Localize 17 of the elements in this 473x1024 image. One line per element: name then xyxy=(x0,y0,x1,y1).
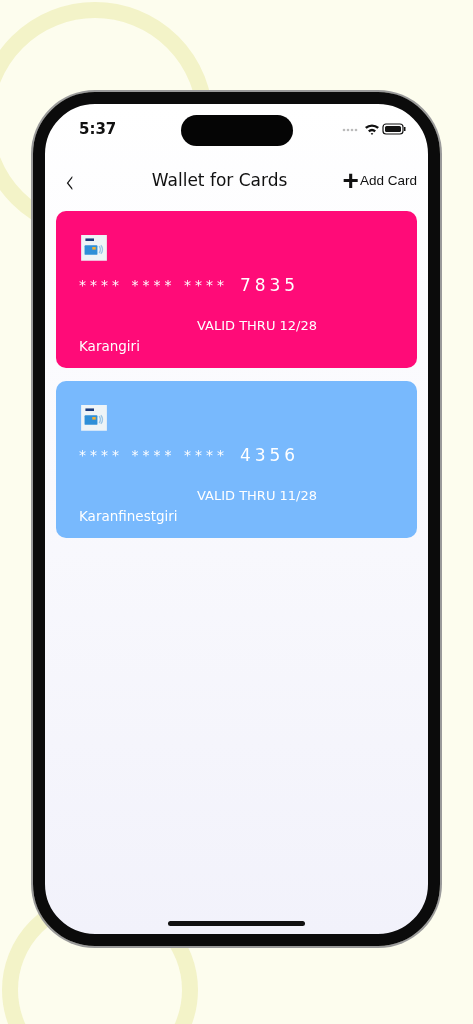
status-time: 5:37 xyxy=(79,120,117,138)
valid-thru-date: VALID THRU 12/28 xyxy=(195,317,317,336)
page-title: Wallet for Cards xyxy=(150,169,288,193)
card-last-digits: 7835 xyxy=(239,273,300,297)
card-holder-name: Karanfinestgiri xyxy=(79,506,179,526)
card-last-digits: 4356 xyxy=(239,443,300,467)
card-holder-name: Karangiri xyxy=(79,336,141,356)
battery-icon xyxy=(382,123,406,135)
masked-digits: **** **** **** xyxy=(79,276,228,295)
credit-card[interactable]: **** **** **** 7835 VALID THRU 12/28 Karangiri xyxy=(56,211,417,368)
valid-thru-date: VALID THRU 11/28 xyxy=(195,487,317,506)
nfc-card-icon xyxy=(79,405,109,431)
signal-icon xyxy=(342,128,358,132)
masked-digits: **** **** **** xyxy=(79,446,228,465)
wifi-icon xyxy=(365,124,379,135)
nfc-card-icon xyxy=(79,235,109,261)
back-button[interactable]: ‹ xyxy=(65,164,75,198)
